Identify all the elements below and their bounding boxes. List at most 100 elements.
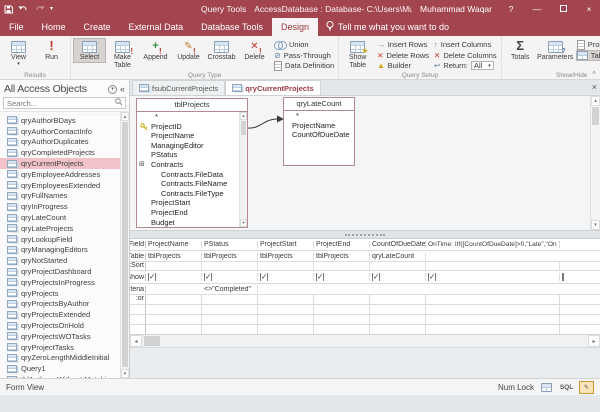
show-checkbox[interactable] xyxy=(260,273,268,281)
make-table-button[interactable]: ! Make Table xyxy=(106,38,139,70)
expand-icon[interactable]: ⊞ xyxy=(139,160,145,170)
list-item[interactable]: qryProjectsWOTasks xyxy=(0,331,129,342)
grid-cell-field[interactable]: ProjectEnd xyxy=(314,241,370,248)
field-item[interactable]: ProjectEnd xyxy=(137,208,247,218)
grid-cell[interactable] xyxy=(258,305,314,314)
tab-home[interactable]: Home xyxy=(33,18,75,36)
grid-cell-show[interactable] xyxy=(258,273,314,281)
scroll-up-icon[interactable]: ▴ xyxy=(591,96,600,106)
undo-icon[interactable] xyxy=(18,5,29,14)
parameters-button[interactable]: ? Parameters xyxy=(537,38,574,63)
field-item[interactable]: * xyxy=(137,112,247,122)
help-button[interactable]: ? xyxy=(504,4,518,14)
grid-cell-field[interactable]: CountOfDueDate xyxy=(370,241,426,248)
scroll-down-icon[interactable]: ▾ xyxy=(121,369,129,378)
property-sheet-button[interactable]: Property Sheet xyxy=(577,40,600,50)
user-name[interactable]: Muhammad Waqar xyxy=(420,4,492,14)
grid-cell-field[interactable]: PStatus xyxy=(202,241,258,248)
join-line[interactable] xyxy=(246,112,286,134)
list-item[interactable]: qryNotStarted xyxy=(0,255,129,266)
redo-icon[interactable] xyxy=(34,5,45,14)
doc-tab-qrycurrentprojects[interactable]: qryCurrentProjects xyxy=(225,80,320,95)
run-button[interactable]: ! Run xyxy=(35,38,68,63)
scroll-track[interactable] xyxy=(160,335,588,347)
grid-cell-table[interactable]: tblProjects xyxy=(146,253,202,260)
search-input[interactable] xyxy=(4,99,115,108)
minimize-button[interactable]: — xyxy=(530,4,544,14)
grid-cell-sort[interactable] xyxy=(258,262,314,270)
union-button[interactable]: Union xyxy=(274,40,334,50)
grid-cell-show[interactable] xyxy=(202,273,258,281)
grid-cell-table[interactable]: tblProjects xyxy=(258,253,314,260)
show-checkbox[interactable] xyxy=(372,273,380,281)
grid-cell[interactable] xyxy=(314,315,370,324)
tab-external-data[interactable]: External Data xyxy=(120,18,193,36)
field-item[interactable]: ProjectStart xyxy=(137,198,247,208)
grid-cell-field[interactable]: ProjectStart xyxy=(258,241,314,248)
datasheet-view-icon[interactable] xyxy=(539,381,554,394)
field-item[interactable]: Contracts.FileData xyxy=(137,170,247,180)
design-pane-scrollbar[interactable]: ▴ ▾ xyxy=(590,96,600,230)
search-box[interactable] xyxy=(3,97,126,109)
grid-cell[interactable] xyxy=(370,315,426,324)
scroll-left-icon[interactable]: ◂ xyxy=(130,335,142,347)
field-item[interactable]: ProjectName xyxy=(137,131,247,141)
tell-me-box[interactable]: Tell me what you want to do xyxy=(318,18,457,36)
table-names-button[interactable]: Table Names xyxy=(577,51,600,61)
list-item[interactable]: qryManagingEditors xyxy=(0,245,129,256)
grid-cell-show[interactable] xyxy=(560,273,600,281)
show-checkbox[interactable] xyxy=(316,273,324,281)
show-checkbox[interactable] xyxy=(562,273,564,281)
show-checkbox[interactable] xyxy=(428,273,436,281)
grid-cell[interactable] xyxy=(202,315,258,324)
list-item[interactable]: qryFullNames xyxy=(0,191,129,202)
close-document-icon[interactable]: × xyxy=(592,82,597,92)
grid-cell-or[interactable] xyxy=(314,295,370,304)
field-item[interactable]: * xyxy=(284,111,354,121)
builder-button[interactable]: ▲Builder xyxy=(377,61,429,71)
list-item[interactable]: qryAuthorDuplicates xyxy=(0,137,129,148)
grid-cell-or[interactable] xyxy=(202,295,258,304)
show-checkbox[interactable] xyxy=(148,273,156,281)
grid-cell[interactable] xyxy=(146,315,202,324)
list-item-selected[interactable]: qryCurrentProjects xyxy=(0,158,129,169)
grid-cell[interactable] xyxy=(560,315,600,324)
grid-cell-or[interactable] xyxy=(146,295,202,304)
list-item[interactable]: qryProjectTasks xyxy=(0,342,129,353)
field-item-primary-key[interactable]: ProjectID xyxy=(137,122,247,132)
nav-filter-icon[interactable]: ▾ xyxy=(108,85,117,94)
field-list-qrylatecount[interactable]: qryLateCount * ProjectName CountOfDueDat… xyxy=(283,97,355,166)
grid-cell[interactable] xyxy=(560,305,600,314)
grid-cell-table[interactable]: qryLateCount xyxy=(370,253,426,260)
scroll-thumb[interactable] xyxy=(122,122,128,367)
list-item[interactable]: tblAuthors Without Matchin... xyxy=(0,374,129,378)
shutter-bar-icon[interactable]: « xyxy=(120,84,125,94)
grid-cell-table[interactable]: tblProjects xyxy=(202,253,258,260)
tab-create[interactable]: Create xyxy=(75,18,120,36)
list-item[interactable]: qryProjectsOnHold xyxy=(0,320,129,331)
customize-qat-icon[interactable]: ▾ xyxy=(50,6,53,12)
delete-query-button[interactable]: ✕! Delete xyxy=(238,38,271,63)
grid-cell-field[interactable]: OnTime: IIf([CountOfDueDate]>0,"Late","O… xyxy=(426,241,560,248)
doc-tab-fsubcurrentprojects[interactable]: fsubCurrentProjects xyxy=(132,80,225,95)
crosstab-button[interactable]: Crosstab xyxy=(205,38,238,63)
grid-horizontal-scrollbar[interactable]: ◂ ▸ xyxy=(130,335,600,348)
collapse-ribbon-icon[interactable]: ^ xyxy=(592,70,596,79)
grid-cell-show[interactable] xyxy=(426,273,560,281)
scroll-thumb[interactable] xyxy=(144,336,160,346)
list-item[interactable]: qryProjectsExtended xyxy=(0,309,129,320)
design-view-icon[interactable]: ✎ xyxy=(579,381,594,394)
scroll-thumb[interactable] xyxy=(592,107,599,125)
tab-file[interactable]: File xyxy=(0,18,33,36)
grid-cell[interactable] xyxy=(370,325,426,334)
scroll-down-icon[interactable]: ▾ xyxy=(240,219,247,227)
grid-cell-criteria[interactable]: <>"Completed" xyxy=(202,286,258,293)
grid-cell-or[interactable] xyxy=(370,295,426,304)
grid-cell-table[interactable]: tblProjects xyxy=(314,253,370,260)
list-item[interactable]: qryProjectsInProgress xyxy=(0,277,129,288)
tab-database-tools[interactable]: Database Tools xyxy=(192,18,272,36)
append-button[interactable]: +! Append xyxy=(139,38,172,63)
show-checkbox[interactable] xyxy=(204,273,212,281)
save-icon[interactable] xyxy=(4,5,13,14)
return-dropdown[interactable]: All▾ xyxy=(471,61,494,70)
